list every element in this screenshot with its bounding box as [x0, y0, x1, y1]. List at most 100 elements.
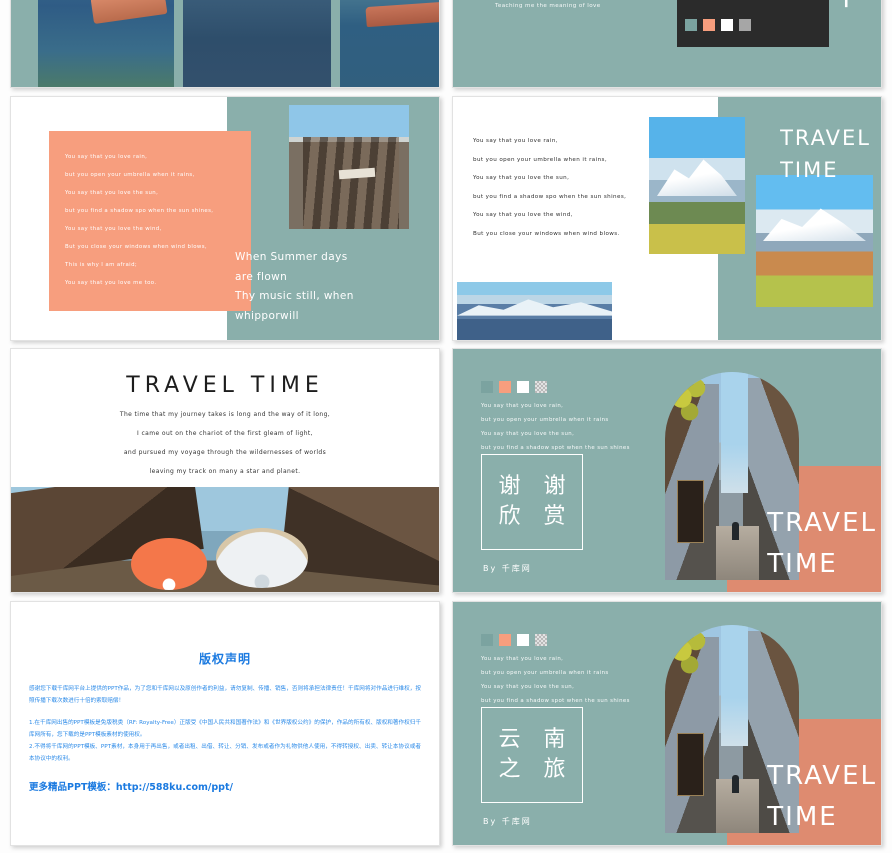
byline: By 千库网 [483, 564, 532, 573]
swatch-white-icon [517, 634, 529, 646]
swatch-gray-icon [739, 19, 751, 31]
poem-line: You say that you love the wind, [65, 226, 162, 232]
shop-sign [677, 733, 704, 796]
umbrella-white-icon [216, 528, 309, 588]
title-line-2: TIME [780, 157, 839, 182]
poem-line: You say that you love rain, [481, 403, 564, 409]
poem-line: You say that you love the sun, [65, 190, 159, 196]
color-swatch-row [685, 19, 751, 31]
cn-line-2: 欣 赏 [498, 504, 574, 529]
poem-line: But you close your windows when wind blo… [65, 244, 208, 250]
poem-line: but you open your umbrella when it rains… [65, 172, 195, 178]
caption-line: whipporwill [235, 309, 299, 322]
poem-line: but you find a shadow spot when the sun … [481, 698, 630, 704]
caption-block: When Summer days are flown Thy music sti… [235, 248, 431, 326]
mockup-image [683, 0, 823, 9]
photo-stone-forest [289, 105, 409, 229]
chinese-title-box: 云 南 之 旅 [481, 707, 583, 803]
swatch-teal-icon [481, 381, 493, 393]
template-site-link[interactable]: 更多精品PPT模板：http://588ku.com/ppt/ [29, 779, 421, 793]
poem-line: You say that you love the wind, [473, 212, 573, 219]
poem-line: You say that you love rain, [473, 138, 558, 144]
slide-thumbnail-5[interactable]: TRAVEL TIME The time that my journey tak… [10, 348, 440, 593]
title-line-2: TIME [767, 801, 838, 832]
umbrella-orange-icon [130, 538, 207, 590]
byline: By 千库网 [483, 817, 532, 826]
poem-line: but you find a shadow spo when the sun s… [473, 193, 627, 200]
caption-line: are flown [235, 270, 288, 283]
poem-line: You say that you love the sun, [481, 431, 575, 437]
photo-blue-mountain-range [457, 282, 612, 340]
swatch-dotted-icon [535, 381, 547, 393]
swatch-white-icon [517, 381, 529, 393]
cn-line-2: 之 旅 [498, 757, 574, 782]
copyright-paragraph: 1.在千库网出售的PPT模板是免版税类（RF: Royalty-Free）正版受… [29, 720, 421, 739]
swatch-salmon-icon [499, 381, 511, 393]
subtitle-block: The time that my journey takes is long a… [11, 412, 439, 475]
poem-line: but you find a shadow spo when the sun s… [65, 208, 214, 214]
title-line-1: TRAVEL [780, 126, 871, 150]
slide-thumbnail-8[interactable]: You say that you love rain, but you open… [452, 601, 882, 846]
poem-line: but you find a shadow spot when the sun … [481, 445, 630, 451]
copyright-title: 版权声明 [198, 652, 251, 666]
poem-line: but you open your umbrella when it rains… [473, 156, 608, 163]
salmon-poem-block: You say that you love rain, but you open… [49, 131, 251, 311]
dark-mockup-panel [677, 0, 829, 47]
poem-line: but you open your umbrella when it rains [481, 417, 609, 423]
title-line-2: TIME [767, 548, 838, 579]
slide-thumbnail-3[interactable]: You say that you love rain, but you open… [10, 96, 440, 341]
swatch-dotted-icon [535, 634, 547, 646]
color-swatch-row [481, 381, 547, 393]
subtitle-line: The time that my journey takes is long a… [119, 411, 331, 418]
poem-line: You say that you love the sun, [473, 175, 570, 182]
subtitle-line: leaving my track on many a star and plan… [149, 468, 301, 475]
sky-gap [721, 372, 749, 493]
slide-thumbnail-4[interactable]: You say that you love rain, but you open… [452, 96, 882, 341]
subtitle-line: I came out on the chariot of the first g… [137, 430, 313, 437]
vertical-title: TIME [840, 0, 875, 7]
cn-line-1: 谢 谢 [498, 474, 574, 499]
poem-block: You say that you love rain, but you open… [481, 656, 630, 713]
title-header: TRAVEL TIME The time that my journey tak… [11, 349, 439, 487]
copyright-body: 感谢您下载千库网平台上提供的PPT作品，为了您和千库网以及原创作者的利益，请勿复… [29, 683, 421, 793]
slide-thumbnail-2[interactable]: Picking me up when I'm down Thank you fo… [452, 0, 882, 88]
caption-line: Thy music still, when [235, 290, 354, 303]
chinese-title: 谢 谢 欣 赏 [482, 455, 582, 549]
title-line-1: TRAVEL [767, 508, 877, 539]
subtitle-line: and pursued my voyage through the wilder… [123, 449, 327, 456]
swatch-white-icon [721, 19, 733, 31]
swatch-salmon-icon [499, 634, 511, 646]
pedestrian [732, 521, 739, 540]
poem-line: You say that you love me too. [65, 280, 157, 286]
poem-line: But you close your windows when wind blo… [473, 230, 620, 237]
caption-line: When Summer days [235, 251, 348, 264]
slide-title: TRAVEL TIME [767, 756, 877, 837]
photo-snow-peak-upper [649, 117, 745, 254]
pedestrian [732, 774, 739, 793]
chinese-title-box: 谢 谢 欣 赏 [481, 454, 583, 550]
photo-paper-umbrellas [11, 487, 439, 592]
poem-block: You say that you love rain, but you open… [481, 403, 630, 460]
lyric-line: Teaching me the meaning of love [495, 3, 601, 10]
poem-line: This is why I am afraid; [65, 262, 138, 268]
photo-snow-peak-lower [756, 175, 873, 307]
copyright-paragraph: 感谢您下载千库网平台上提供的PPT作品，为了您和千库网以及原创作者的利益，请勿复… [29, 686, 421, 705]
poem-line: but you open your umbrella when it rains [481, 670, 609, 676]
slide-thumbnail-1[interactable] [10, 0, 440, 88]
photo-boat-lake-right [340, 0, 439, 87]
poem-line: You say that you love rain, [481, 656, 564, 662]
poem-line: You say that you love the sun, [481, 684, 575, 690]
cn-line-1: 云 南 [498, 727, 574, 752]
shop-sign [677, 480, 704, 543]
slide-thumbnail-6[interactable]: You say that you love rain, but you open… [452, 348, 882, 593]
copyright-paragraph: 2.不得将千库网的PPT模板、PPT素材，本身用于再出售，或者出租、出借、转让、… [29, 744, 421, 763]
slide-thumbnail-7[interactable]: 版权声明 感谢您下载千库网平台上提供的PPT作品，为了您和千库网以及原创作者的利… [10, 601, 440, 846]
title-line-1: TRAVEL [767, 761, 877, 792]
color-swatch-row [481, 634, 547, 646]
copyright-notice: 版权声明 感谢您下载千库网平台上提供的PPT作品，为了您和千库网以及原创作者的利… [11, 602, 439, 845]
photo-boat-lake-center [183, 0, 331, 87]
swatch-teal-icon [685, 19, 697, 31]
page-title: TRAVEL TIME [126, 373, 324, 398]
sky-gap [721, 625, 749, 746]
poem-line: You say that you love rain, [65, 154, 148, 160]
